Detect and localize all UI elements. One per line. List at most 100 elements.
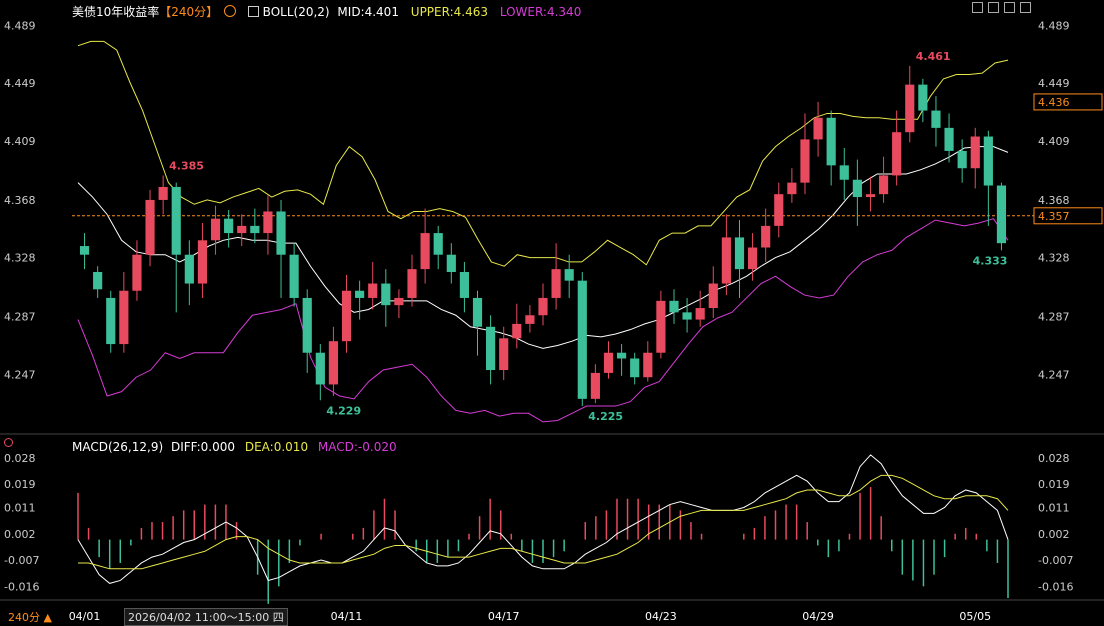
date-tick: 04/23 — [645, 610, 677, 623]
macd-tick-right: 0.019 — [1038, 478, 1070, 491]
macd-tick-left: 0.028 — [4, 452, 36, 465]
candle-up — [145, 199, 155, 255]
price-tick-left: 4.449 — [4, 77, 36, 90]
candle-up — [905, 84, 915, 133]
extreme-label: 4.385 — [169, 159, 204, 172]
period-button[interactable]: 240分 ▲ — [8, 609, 52, 625]
candle-up — [695, 308, 705, 320]
restore-icon[interactable] — [1020, 2, 1031, 13]
candle-up — [420, 233, 430, 270]
candle-down — [472, 297, 483, 327]
candle-down — [669, 300, 679, 313]
candle-up — [499, 338, 509, 371]
macd-tick-left: -0.016 — [4, 580, 39, 593]
chart-canvas[interactable]: 4.489 4.489 4.449 4.449 4.409 4.409 4.368 4.368… — [0, 0, 1104, 625]
maximize-icon[interactable] — [1004, 2, 1015, 13]
candle-up — [237, 225, 247, 234]
price-tick-right: 4.489 — [1038, 20, 1070, 33]
macd-tick-left: 0.002 — [4, 528, 36, 541]
price-tick-right: 4.368 — [1038, 194, 1070, 207]
macd-value: MACD:-0.020 — [317, 440, 397, 454]
candle-down — [996, 185, 1007, 244]
price-tick-left: 4.287 — [4, 311, 36, 324]
extreme-label: 4.229 — [326, 404, 361, 417]
candle-up — [210, 218, 221, 241]
candle-down — [184, 254, 194, 284]
candle-down — [433, 233, 443, 255]
boll-upper: UPPER:4.463 — [410, 5, 488, 19]
price-tick-right: 4.328 — [1038, 252, 1070, 265]
macd-tick-right: -0.007 — [1038, 554, 1073, 567]
macd-tick-left: 0.011 — [4, 501, 36, 514]
candle-up — [512, 323, 522, 339]
boll-label[interactable]: BOLL(20,2) — [263, 5, 330, 19]
candle-down — [250, 225, 260, 234]
candle-up — [721, 237, 731, 284]
candle-down — [931, 110, 941, 128]
price-tick-right: 4.409 — [1038, 135, 1070, 148]
candle-down — [224, 218, 234, 234]
candle-up — [551, 269, 561, 298]
candle-down — [355, 290, 365, 298]
candle-up — [525, 315, 535, 324]
candle-down — [446, 254, 456, 273]
extreme-label: 4.461 — [916, 50, 951, 63]
candle-up — [865, 194, 876, 198]
crosshair-price-label: 4.436 — [1038, 96, 1070, 109]
indicator-toggle-icon[interactable] — [224, 5, 237, 17]
candle-down — [826, 117, 836, 166]
macd-settings-icon[interactable] — [4, 438, 13, 447]
candle-down — [459, 272, 469, 298]
candle-down — [944, 127, 954, 151]
candle-up — [119, 290, 129, 345]
candle-up — [892, 132, 902, 176]
date-tick: 04/17 — [488, 610, 520, 623]
candle-up — [800, 139, 810, 183]
candle-up — [708, 283, 718, 309]
date-tick: 04/29 — [802, 610, 834, 623]
period-label[interactable]: 【240分】 — [159, 5, 218, 19]
candle-down — [983, 136, 993, 186]
candle-up — [158, 186, 168, 200]
price-tick-left: 4.489 — [4, 20, 36, 33]
candle-down — [734, 237, 745, 270]
candle-up — [970, 136, 980, 169]
candle-up — [603, 352, 614, 373]
candle-up — [813, 117, 823, 140]
boll-mid: MID:4.401 — [337, 5, 399, 19]
candle-up — [774, 194, 784, 226]
date-tick: 05/05 — [959, 610, 991, 623]
candle-up — [394, 297, 404, 306]
candle-up — [538, 297, 548, 316]
grid-layout-icon[interactable] — [988, 2, 999, 13]
current-price-label: 4.357 — [1038, 210, 1070, 223]
boll-settings-icon[interactable] — [247, 6, 259, 17]
date-tick: 04/01 — [69, 610, 101, 623]
candle-down — [302, 297, 312, 353]
price-tick-left: 4.368 — [4, 194, 36, 207]
candle-up — [328, 341, 339, 385]
price-tick-left: 4.409 — [4, 135, 36, 148]
candle-up — [368, 283, 378, 298]
date-tick: 04/11 — [331, 610, 363, 623]
crosshair-mode-icon[interactable] — [972, 2, 983, 13]
macd-dea: DEA:0.010 — [244, 440, 309, 454]
candle-up — [341, 290, 352, 342]
macd-label[interactable]: MACD(26,12,9) — [72, 440, 163, 454]
candle-down — [630, 358, 640, 378]
candle-down — [852, 179, 862, 198]
price-tick-left: 4.247 — [4, 368, 36, 381]
candle-down — [577, 280, 587, 399]
candle-down — [315, 352, 325, 385]
candle-up — [197, 240, 208, 284]
macd-tick-left: 0.019 — [4, 478, 36, 491]
candle-down — [682, 312, 692, 320]
candle-down — [564, 269, 574, 281]
chart-header: 美债10年收益率【240分】 BOLL(20,2) MID:4.401 UPPE… — [72, 3, 581, 20]
candle-up — [656, 300, 666, 353]
candle-up — [407, 269, 417, 298]
candle-down — [93, 272, 103, 290]
candle-down — [171, 186, 181, 255]
candle-down — [957, 150, 967, 169]
candle-down — [289, 254, 299, 298]
